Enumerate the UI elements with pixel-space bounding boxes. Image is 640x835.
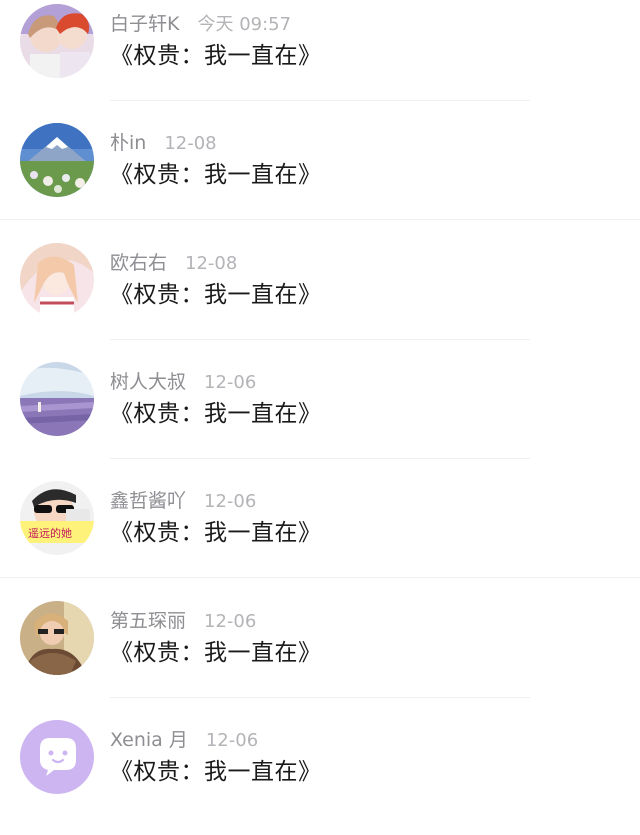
- divider: [110, 458, 530, 459]
- timestamp: 12-08: [185, 253, 238, 274]
- comment-text: 《权贵：我一直在》: [110, 640, 322, 666]
- username[interactable]: 树人大叔: [110, 371, 186, 393]
- comment-list: 白子轩K 今天 09:57 《权贵：我一直在》 朴in 12-08 《权贵：我一直在…: [0, 0, 640, 804]
- comment-meta: Xenia 月 12-06: [110, 728, 258, 752]
- divider: [0, 219, 640, 220]
- username[interactable]: 欧右右: [110, 252, 167, 274]
- divider: [110, 339, 530, 340]
- avatar-sunglasses-person-icon[interactable]: 遥远的她: [20, 481, 94, 555]
- timestamp: 12-06: [204, 372, 257, 393]
- comment-item[interactable]: 遥远的她 鑫哲酱吖 12-06 《权贵：我一直在》: [0, 477, 640, 596]
- comment-item[interactable]: 树人大叔 12-06 《权贵：我一直在》: [0, 358, 640, 477]
- comment-item[interactable]: Xenia 月 12-06 《权贵：我一直在》: [0, 716, 640, 835]
- avatar-two-people-icon[interactable]: [20, 4, 94, 78]
- comment-meta: 白子轩K 今天 09:57: [110, 12, 291, 36]
- timestamp: 12-06: [204, 611, 257, 632]
- comment-item[interactable]: 朴in 12-08 《权贵：我一直在》: [0, 119, 640, 238]
- divider: [0, 577, 640, 578]
- avatar-mountain-icon[interactable]: [20, 123, 94, 197]
- divider: [110, 697, 530, 698]
- avatar-fur-coat-person-icon[interactable]: [20, 601, 94, 675]
- divider: [110, 100, 530, 101]
- comment-text: 《权贵：我一直在》: [110, 401, 322, 427]
- avatar-anime-girl-icon[interactable]: [20, 243, 94, 317]
- comment-meta: 鑫哲酱吖 12-06: [110, 489, 256, 513]
- comment-item[interactable]: 白子轩K 今天 09:57 《权贵：我一直在》: [0, 0, 640, 119]
- username[interactable]: 白子轩K: [110, 13, 179, 35]
- avatar-caption: 遥远的她: [28, 526, 72, 540]
- comment-meta: 树人大叔 12-06: [110, 370, 256, 394]
- comment-text: 《权贵：我一直在》: [110, 282, 322, 308]
- timestamp: 12-06: [204, 491, 257, 512]
- comment-text: 《权贵：我一直在》: [110, 43, 322, 69]
- username[interactable]: 第五琛丽: [110, 610, 186, 632]
- avatar-default-chat-icon[interactable]: [20, 720, 94, 794]
- username[interactable]: 鑫哲酱吖: [110, 490, 186, 512]
- username[interactable]: Xenia 月: [110, 729, 188, 751]
- comment-meta: 朴in 12-08: [110, 131, 217, 155]
- timestamp: 12-08: [164, 133, 217, 154]
- comment-meta: 欧右右 12-08: [110, 251, 237, 275]
- comment-item[interactable]: 欧右右 12-08 《权贵：我一直在》: [0, 239, 640, 358]
- comment-meta: 第五琛丽 12-06: [110, 609, 256, 633]
- comment-text: 《权贵：我一直在》: [110, 520, 322, 546]
- timestamp: 12-06: [205, 730, 259, 751]
- comment-text: 《权贵：我一直在》: [110, 759, 322, 785]
- username[interactable]: 朴in: [110, 132, 146, 154]
- comment-item[interactable]: 第五琛丽 12-06 《权贵：我一直在》: [0, 597, 640, 716]
- avatar-lavender-field-icon[interactable]: [20, 362, 94, 436]
- timestamp: 今天 09:57: [197, 14, 292, 35]
- comment-text: 《权贵：我一直在》: [110, 162, 322, 188]
